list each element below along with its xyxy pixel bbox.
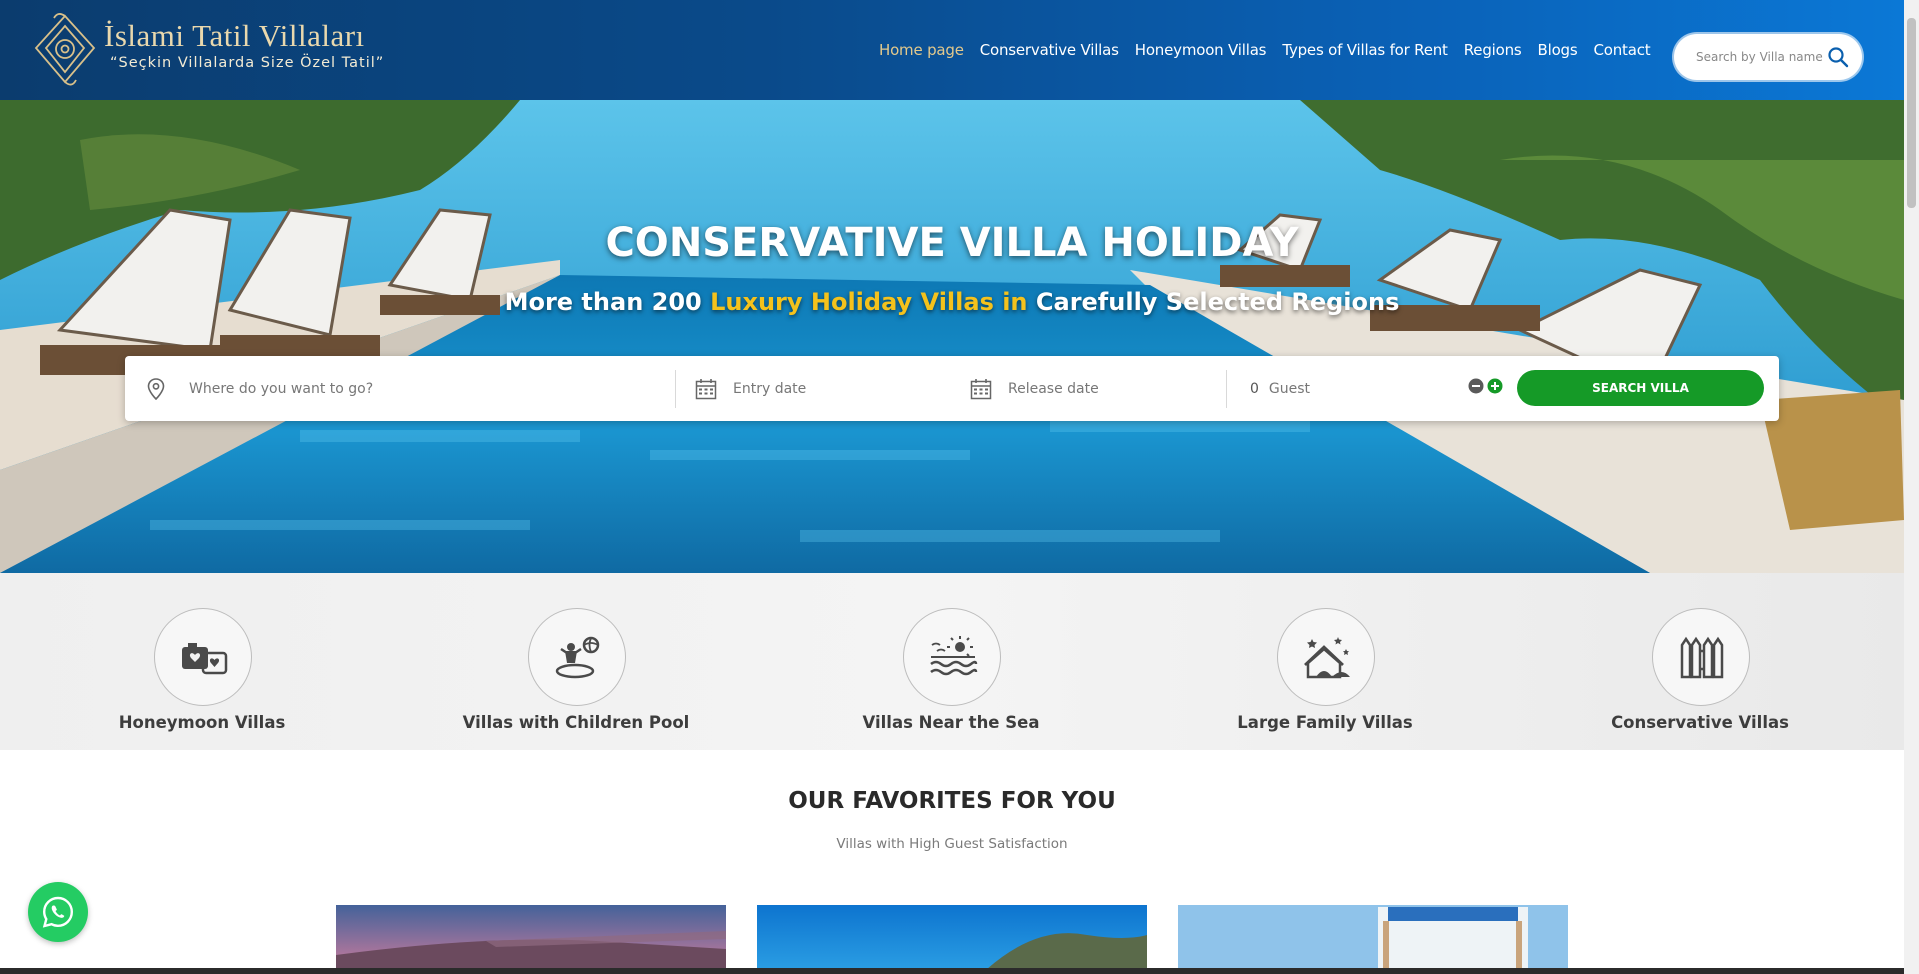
hero-subtitle-pre: More than 200: [504, 288, 711, 316]
category-label: Large Family Villas: [1237, 713, 1413, 732]
villa-card-image: [757, 905, 1147, 969]
family-house-icon: [1304, 637, 1350, 679]
category-honeymoon-villas[interactable]: Honeymoon Villas: [72, 573, 332, 750]
hero-banner: CONSERVATIVE VILLA HOLIDAY More than 200…: [0, 100, 1904, 573]
camera-hearts-icon: [182, 643, 228, 675]
fence-icon: [1680, 636, 1724, 679]
nav-item-honeymoon-villas[interactable]: Honeymoon Villas: [1135, 41, 1267, 59]
release-date-field: [970, 356, 1230, 421]
hero-subtitle: More than 200 Luxury Holiday Villas in C…: [0, 288, 1904, 316]
main-nav: Home page Conservative Villas Honeymoon …: [879, 0, 1666, 100]
villa-card[interactable]: [1178, 905, 1568, 969]
brand-title: İslami Tatil Villaları: [104, 18, 365, 53]
category-label: Villas Near the Sea: [862, 713, 1040, 732]
category-icon-circle: [1277, 608, 1375, 706]
guest-field[interactable]: 0 Guest: [1250, 356, 1450, 421]
guest-label: Guest: [1268, 380, 1311, 397]
destination-input[interactable]: [189, 380, 649, 397]
minus-guest-icon[interactable]: [1468, 378, 1484, 394]
hero-subtitle-post: Carefully Selected Regions: [1027, 288, 1400, 316]
nav-item-conservative-villas[interactable]: Conservative Villas: [980, 41, 1119, 59]
category-children-pool-villas[interactable]: Villas with Children Pool: [446, 573, 706, 750]
category-conservative-villas[interactable]: Conservative Villas: [1570, 573, 1830, 750]
category-sea-villas[interactable]: Villas Near the Sea: [821, 573, 1081, 750]
hero-title: CONSERVATIVE VILLA HOLIDAY: [605, 220, 1299, 266]
category-label: Honeymoon Villas: [118, 713, 286, 732]
calendar-icon: [970, 378, 992, 399]
villa-card-image: [1178, 905, 1568, 969]
child-pool-icon: [555, 636, 600, 679]
nav-item-blogs[interactable]: Blogs: [1538, 41, 1578, 59]
booking-search-bar: 0 Guest SEARCH VILLA: [125, 356, 1779, 421]
release-date-input[interactable]: [1008, 380, 1208, 397]
villa-search-box: [1674, 34, 1862, 80]
brand-slogan: “Seçkin Villalarda Size Özel Tatil”: [110, 55, 385, 71]
search-villa-button[interactable]: SEARCH VILLA: [1517, 370, 1764, 406]
field-divider: [675, 370, 676, 408]
site-header: İslami Tatil Villaları “Seçkin Villalard…: [0, 0, 1904, 100]
villa-card-image: [336, 905, 726, 969]
site-logo[interactable]: İslami Tatil Villaları “Seçkin Villalard…: [30, 12, 400, 88]
villa-search-input[interactable]: [1696, 47, 1824, 67]
destination-field: [147, 356, 667, 421]
category-icon-circle: [528, 608, 626, 706]
whatsapp-icon: [42, 896, 74, 928]
category-icon-circle: [903, 608, 1001, 706]
category-strip: Honeymoon Villas Villas with Children Po…: [0, 573, 1904, 750]
field-divider: [1226, 370, 1227, 408]
guest-count: 0: [1250, 380, 1259, 397]
category-family-villas[interactable]: Large Family Villas: [1195, 573, 1455, 750]
entry-date-field: [695, 356, 955, 421]
category-label: Conservative Villas: [1611, 713, 1789, 732]
villa-card[interactable]: [757, 905, 1147, 969]
favorites-subtitle: Villas with High Guest Satisfaction: [836, 836, 1068, 852]
nav-item-contact[interactable]: Contact: [1594, 41, 1651, 59]
nav-item-regions[interactable]: Regions: [1464, 41, 1522, 59]
category-label: Villas with Children Pool: [462, 713, 690, 732]
category-icon-circle: [1652, 608, 1750, 706]
calendar-icon: [695, 378, 717, 399]
hero-pool-image: [0, 100, 1904, 573]
nav-item-home[interactable]: Home page: [879, 41, 964, 59]
hero-subtitle-highlight: Luxury Holiday Villas in: [710, 288, 1028, 316]
search-icon[interactable]: [1827, 46, 1849, 68]
favorites-title: OUR FAVORITES FOR YOU: [788, 788, 1116, 814]
sea-sun-icon: [930, 636, 978, 676]
villa-card[interactable]: [336, 905, 726, 969]
plus-guest-icon[interactable]: [1487, 378, 1503, 394]
scrollbar-thumb[interactable]: [1907, 18, 1916, 208]
nav-item-villa-types[interactable]: Types of Villas for Rent: [1282, 41, 1448, 59]
whatsapp-button[interactable]: [28, 882, 88, 942]
entry-date-input[interactable]: [733, 380, 933, 397]
category-icon-circle: [154, 608, 252, 706]
bottom-edge-bar: [0, 968, 1904, 974]
location-pin-icon: [147, 377, 165, 400]
logo-emblem-icon: [34, 13, 96, 86]
page-scrollbar[interactable]: [1904, 0, 1919, 974]
